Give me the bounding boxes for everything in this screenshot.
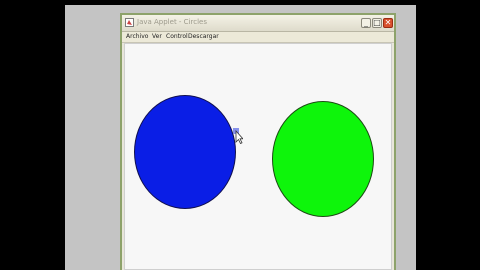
menu-bar: Archivo Ver Control Descargar bbox=[122, 32, 394, 43]
close-button[interactable]: ✕ bbox=[383, 18, 393, 28]
green-circle[interactable] bbox=[272, 101, 374, 217]
maximize-button[interactable]: □ bbox=[372, 18, 382, 28]
title-bar[interactable]: Java Applet - Circles _ □ ✕ bbox=[122, 15, 394, 32]
drawing-canvas[interactable] bbox=[124, 43, 392, 270]
blue-circle[interactable] bbox=[134, 95, 236, 209]
menu-ver[interactable]: Ver bbox=[152, 33, 162, 41]
menu-descargar[interactable]: Descargar bbox=[188, 33, 219, 41]
menu-archivo[interactable]: Archivo bbox=[126, 33, 148, 41]
menu-control[interactable]: Control bbox=[166, 33, 188, 41]
window-title: Java Applet - Circles bbox=[137, 18, 207, 26]
applet-window: Java Applet - Circles _ □ ✕ Archivo Ver … bbox=[120, 13, 396, 270]
java-icon bbox=[125, 18, 134, 27]
minimize-button[interactable]: _ bbox=[361, 18, 371, 28]
selection-cursor-icon bbox=[233, 128, 243, 144]
